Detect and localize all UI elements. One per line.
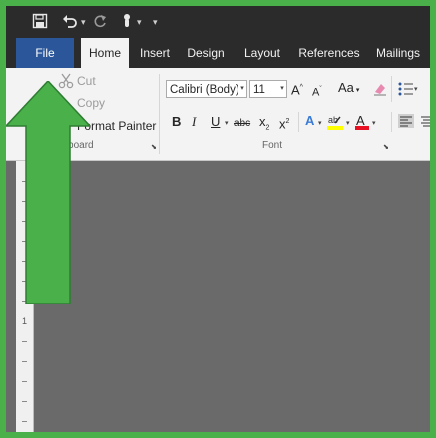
highlight-dropdown-icon[interactable]: ▾: [346, 119, 350, 127]
strikethrough-icon[interactable]: abc: [234, 116, 250, 132]
highlight-color-icon[interactable]: ab: [326, 113, 344, 136]
grow-font-icon[interactable]: A^: [291, 80, 303, 98]
svg-text:▾: ▾: [414, 86, 418, 93]
font-group-label: Font: [262, 140, 283, 151]
shrink-font-icon[interactable]: Aˇ: [312, 82, 322, 101]
font-color-icon[interactable]: A: [354, 113, 370, 136]
underline-icon[interactable]: U: [211, 114, 220, 130]
tab-home[interactable]: Home: [81, 38, 129, 69]
bullets-icon[interactable]: ▾: [398, 82, 418, 101]
green-arrow-annotation: [6, 81, 90, 304]
quick-access-toolbar: ▾ ▾ ▾: [6, 6, 430, 38]
tab-insert[interactable]: Insert: [135, 38, 175, 68]
word-window: ▾ ▾ ▾ File Home Insert Design Layout Ref…: [6, 6, 430, 432]
tab-file[interactable]: File: [16, 38, 74, 68]
font-launcher-icon[interactable]: ⬊: [383, 143, 389, 151]
group-separator: [391, 112, 392, 132]
group-separator: [298, 112, 299, 132]
text-effects-icon[interactable]: A: [305, 113, 314, 129]
ruler-tick: [22, 341, 27, 342]
touch-mode-icon[interactable]: [119, 13, 135, 31]
font-size-dropdown-icon[interactable]: ▾: [278, 80, 287, 98]
font-name-dropdown-icon[interactable]: ▾: [238, 80, 247, 98]
svg-text:A: A: [356, 113, 365, 128]
change-case-button[interactable]: Aa ▾: [338, 80, 359, 99]
undo-icon[interactable]: [62, 13, 78, 31]
tab-design[interactable]: Design: [183, 38, 229, 68]
subscript-icon[interactable]: x2: [259, 114, 269, 137]
superscript-icon[interactable]: x2: [279, 114, 289, 132]
save-icon[interactable]: [32, 13, 48, 31]
font-color-dropdown-icon[interactable]: ▾: [372, 119, 376, 127]
change-case-label: Aa: [338, 80, 354, 95]
text-effects-dropdown-icon[interactable]: ▾: [318, 119, 322, 127]
group-separator: [159, 74, 160, 154]
tab-layout[interactable]: Layout: [240, 38, 284, 68]
ruler-tick: [22, 401, 27, 402]
bold-icon[interactable]: B: [172, 114, 181, 130]
ruler-tick: [22, 381, 27, 382]
font-name-field[interactable]: Calibri (Body): [166, 80, 247, 98]
touch-mode-dropdown-icon[interactable]: ▾: [137, 15, 142, 29]
undo-dropdown-icon[interactable]: ▾: [81, 15, 86, 29]
customize-qat-icon[interactable]: ▾: [153, 15, 158, 29]
redo-icon[interactable]: [92, 13, 108, 31]
underline-dropdown-icon[interactable]: ▾: [225, 119, 229, 127]
ruler-tick: [22, 361, 27, 362]
align-left-icon[interactable]: [398, 114, 414, 133]
italic-icon[interactable]: I: [192, 114, 196, 130]
group-separator: [391, 76, 392, 102]
ribbon-tabs: File Home Insert Design Layout Reference…: [6, 38, 430, 69]
align-center-icon[interactable]: [419, 114, 430, 133]
clipboard-launcher-icon[interactable]: ⬊: [151, 143, 157, 151]
clear-formatting-icon[interactable]: [372, 81, 388, 102]
svg-text:ab: ab: [328, 115, 338, 125]
ruler-tick: [22, 421, 27, 422]
ruler-number: 1: [21, 316, 27, 326]
tab-references[interactable]: References: [296, 38, 362, 68]
tab-mailings[interactable]: Mailings: [372, 38, 424, 68]
